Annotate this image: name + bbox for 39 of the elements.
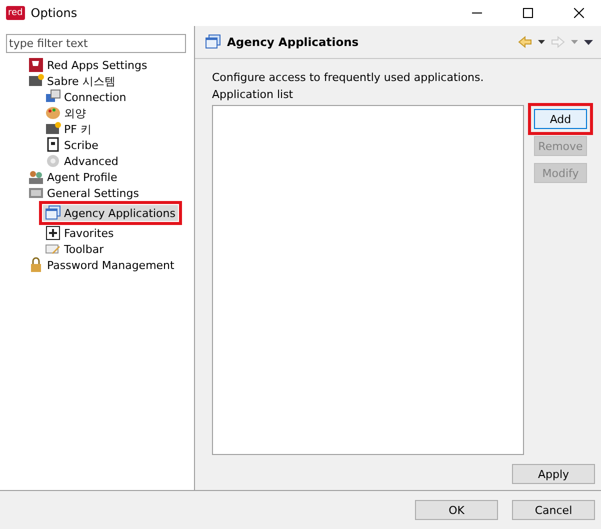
- plus-icon: [45, 225, 61, 241]
- lock-icon: [28, 257, 44, 273]
- menu-icon[interactable]: [584, 40, 593, 44]
- tree-item[interactable]: Connection: [43, 89, 128, 105]
- tree-item[interactable]: Advanced: [43, 153, 120, 169]
- tree-item[interactable]: Favorites: [43, 225, 116, 241]
- palette-icon: [45, 105, 61, 121]
- network-icon: [45, 89, 61, 105]
- terminal-icon: [45, 121, 61, 137]
- app-logo: red: [6, 6, 25, 20]
- cancel-button[interactable]: Cancel: [512, 500, 595, 520]
- apply-button[interactable]: Apply: [512, 464, 595, 484]
- windows-icon: [45, 205, 61, 221]
- tree-item[interactable]: Agency Applications: [43, 205, 178, 221]
- description-text: Configure access to frequently used applications.: [212, 70, 485, 86]
- page-title: Agency Applications: [227, 35, 360, 49]
- windows-icon: [205, 34, 221, 50]
- tree-item[interactable]: PF 키: [43, 121, 94, 137]
- tree-item[interactable]: Sabre 시스템: [26, 73, 118, 89]
- dropdown-icon[interactable]: [538, 40, 545, 44]
- filter-field[interactable]: type filter text: [6, 34, 186, 53]
- terminal-icon: [28, 73, 44, 89]
- maximize-icon[interactable]: [522, 8, 532, 18]
- tree-item[interactable]: Password Management: [26, 257, 176, 273]
- tree-item[interactable]: Scribe: [43, 137, 100, 153]
- tree-item[interactable]: General Settings: [26, 185, 141, 201]
- ok-button[interactable]: OK: [415, 500, 498, 520]
- tree-item[interactable]: Red Apps Settings: [26, 57, 150, 73]
- window-title: Options: [30, 6, 78, 20]
- tree-item[interactable]: Toolbar: [43, 241, 106, 257]
- list-label: Application list: [212, 87, 294, 103]
- cart-icon: [28, 57, 44, 73]
- close-icon[interactable]: [574, 8, 584, 18]
- tree-item[interactable]: 외양: [43, 105, 88, 121]
- tree-item[interactable]: Agent Profile: [26, 169, 120, 185]
- scroll-icon: [45, 137, 61, 153]
- keyboard-icon: [28, 185, 44, 201]
- people-icon: [28, 169, 44, 185]
- gear-icon: [45, 153, 61, 169]
